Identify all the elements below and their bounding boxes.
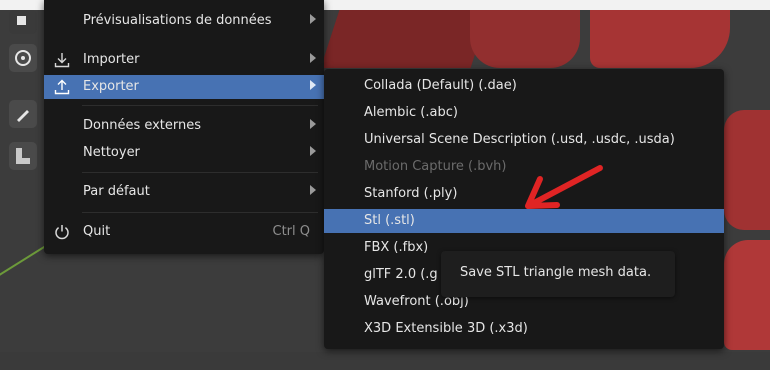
export-submenu: Collada (Default) (.dae) Alembic (.abc) … [324, 69, 724, 349]
toolbar-select-button[interactable] [9, 10, 37, 34]
viewport-object [724, 240, 770, 350]
stl-tooltip: Save STL triangle mesh data. [441, 251, 675, 297]
menu-item-defaults[interactable]: Par défaut [44, 180, 324, 204]
toolbar-cursor-button[interactable] [9, 44, 37, 72]
submenu-arrow-icon [310, 80, 316, 90]
tooltip-text: Save STL triangle mesh data. [460, 265, 652, 280]
toolbar-measure-button[interactable] [9, 142, 37, 170]
submenu-arrow-icon [310, 119, 316, 129]
menu-item-label: Stl (.stl) [364, 213, 415, 228]
menu-item-label: FBX (.fbx) [364, 240, 429, 255]
file-menu: Prévisualisations de données Importer Ex… [44, 0, 324, 254]
menu-item-export[interactable]: Exporter [44, 75, 324, 99]
menu-item-clean-up[interactable]: Nettoyer [44, 141, 324, 165]
import-icon [54, 53, 70, 68]
export-ply[interactable]: Stanford (.ply) [324, 182, 724, 206]
menu-item-label: Importer [83, 52, 140, 67]
pencil-icon [17, 110, 29, 122]
submenu-arrow-icon [310, 185, 316, 195]
menu-item-label: Universal Scene Description (.usd, .usdc… [364, 132, 675, 147]
export-x3d[interactable]: X3D Extensible 3D (.x3d) [324, 317, 724, 341]
export-bvh[interactable]: Motion Capture (.bvh) [324, 155, 724, 179]
export-stl[interactable]: Stl (.stl) [324, 209, 724, 233]
menu-separator [82, 212, 318, 213]
export-usd[interactable]: Universal Scene Description (.usd, .usdc… [324, 128, 724, 152]
export-alembic[interactable]: Alembic (.abc) [324, 101, 724, 125]
menu-item-label: Par défaut [83, 184, 150, 199]
menu-item-label: Alembic (.abc) [364, 105, 458, 120]
ruler-icon [16, 148, 30, 164]
menu-item-label: Prévisualisations de données [83, 13, 272, 28]
viewport-bottom-strip [0, 352, 770, 370]
viewport-object [590, 10, 730, 68]
viewport-object [320, 10, 490, 68]
menu-item-label: X3D Extensible 3D (.x3d) [364, 321, 528, 336]
submenu-arrow-icon [310, 53, 316, 63]
menu-item-label: Stanford (.ply) [364, 186, 458, 201]
select-box-icon [17, 16, 26, 25]
menu-item-label: Collada (Default) (.dae) [364, 78, 517, 93]
viewport-object [470, 10, 580, 68]
menu-item-quit[interactable]: Quit Ctrl Q [44, 220, 324, 244]
shortcut-label: Ctrl Q [272, 224, 311, 239]
menu-item-label: Exporter [83, 79, 139, 94]
export-collada[interactable]: Collada (Default) (.dae) [324, 74, 724, 98]
menu-item-label: glTF 2.0 (.g [364, 267, 438, 282]
menu-separator [82, 172, 318, 173]
menu-item-data-previews[interactable]: Prévisualisations de données [44, 9, 324, 33]
export-icon [54, 79, 70, 95]
submenu-arrow-icon [310, 14, 316, 24]
submenu-arrow-icon [310, 146, 316, 156]
viewport-object [724, 110, 770, 230]
power-icon [55, 225, 69, 240]
menu-item-label: Motion Capture (.bvh) [364, 159, 507, 174]
menu-item-label: Quit [83, 224, 111, 239]
menu-item-label: Nettoyer [83, 145, 140, 160]
menu-item-external-data[interactable]: Données externes [44, 114, 324, 138]
menu-separator [82, 105, 318, 106]
menu-item-import[interactable]: Importer [44, 48, 324, 72]
menu-item-label: Données externes [83, 118, 202, 133]
cursor-icon [15, 50, 31, 66]
toolbar-annotate-button[interactable] [9, 100, 37, 128]
